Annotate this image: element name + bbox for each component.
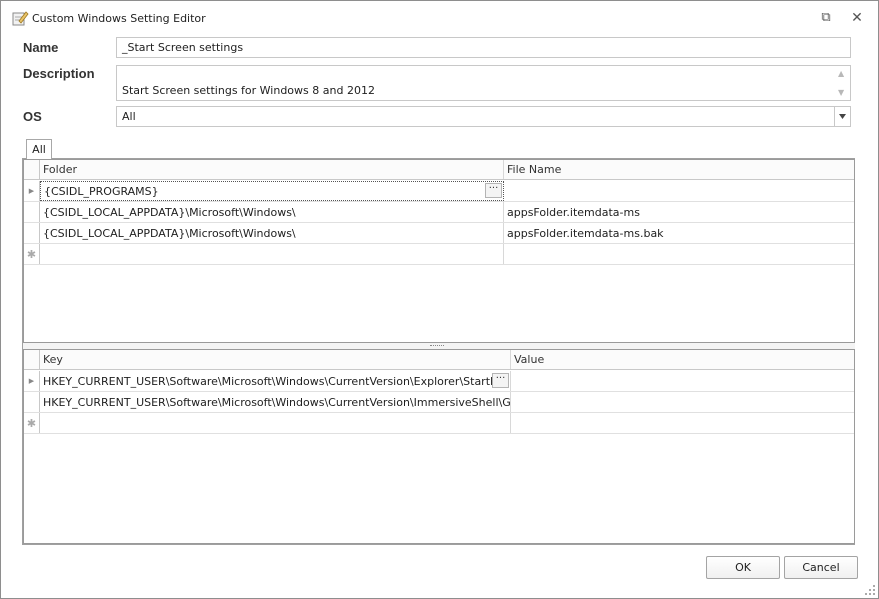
column-header-file-name[interactable]: File Name xyxy=(504,160,854,179)
scroll-down-icon[interactable]: ▼ xyxy=(838,88,844,97)
name-label: Name xyxy=(23,40,59,55)
folders-grid: Folder File Name ▶ {CSIDL_PROGRAMS} ··· … xyxy=(23,159,855,343)
splitter-grip-icon[interactable] xyxy=(430,345,444,347)
key-cell[interactable]: HKEY_CURRENT_USER\Software\Microsoft\Win… xyxy=(40,371,511,391)
new-row-icon: ✱ xyxy=(24,413,40,433)
browse-key-button[interactable]: ··· xyxy=(492,373,509,388)
browse-folder-button[interactable]: ··· xyxy=(485,183,502,198)
title-bar: Custom Windows Setting Editor ⧉ ✕ xyxy=(1,1,878,33)
folders-header-row: Folder File Name xyxy=(24,160,854,180)
new-folder-cell[interactable] xyxy=(40,244,504,264)
os-label: OS xyxy=(23,109,42,124)
file-name-cell[interactable] xyxy=(504,181,854,201)
folder-cell[interactable]: {CSIDL_LOCAL_APPDATA}\Microsoft\Windows\ xyxy=(40,202,504,222)
scroll-up-icon[interactable]: ▲ xyxy=(838,69,844,78)
table-row[interactable]: {CSIDL_LOCAL_APPDATA}\Microsoft\Windows\… xyxy=(24,223,854,244)
folder-cell[interactable]: {CSIDL_LOCAL_APPDATA}\Microsoft\Windows\ xyxy=(40,223,504,243)
registry-header-row: Key Value xyxy=(24,350,854,370)
folder-cell[interactable]: {CSIDL_PROGRAMS} xyxy=(40,181,504,201)
column-header-key[interactable]: Key xyxy=(40,350,511,369)
row-indicator xyxy=(24,223,40,243)
description-label: Description xyxy=(23,66,95,81)
folder-value: {CSIDL_PROGRAMS} xyxy=(44,184,159,198)
new-row[interactable]: ✱ xyxy=(24,244,854,265)
description-scrollbar[interactable]: ▲ ▼ xyxy=(834,66,850,100)
table-row[interactable]: HKEY_CURRENT_USER\Software\Microsoft\Win… xyxy=(24,392,854,413)
close-icon[interactable]: ✕ xyxy=(849,10,865,26)
new-key-cell[interactable] xyxy=(40,413,511,433)
row-indicator xyxy=(24,392,40,412)
chevron-down-icon[interactable] xyxy=(834,107,850,126)
new-value-cell[interactable] xyxy=(511,413,854,433)
tab-all[interactable]: All xyxy=(26,139,52,159)
key-cell[interactable]: HKEY_CURRENT_USER\Software\Microsoft\Win… xyxy=(40,392,511,412)
new-file-name-cell[interactable] xyxy=(504,244,854,264)
restore-icon[interactable]: ⧉ xyxy=(818,10,834,26)
resize-grip-icon[interactable] xyxy=(865,585,875,595)
file-name-cell[interactable]: appsFolder.itemdata-ms xyxy=(504,202,854,222)
column-header-folder[interactable]: Folder xyxy=(40,160,504,179)
description-input[interactable]: Start Screen settings for Windows 8 and … xyxy=(116,65,851,101)
editor-window: Custom Windows Setting Editor ⧉ ✕ Name _… xyxy=(0,0,879,599)
header-indicator xyxy=(24,350,40,369)
new-row[interactable]: ✱ xyxy=(24,413,854,434)
cancel-button[interactable]: Cancel xyxy=(784,556,858,579)
name-input[interactable]: _Start Screen settings xyxy=(116,37,851,58)
window-title: Custom Windows Setting Editor xyxy=(32,12,206,25)
os-value: All xyxy=(122,110,136,123)
current-row-indicator: ▶ xyxy=(24,371,40,391)
name-value: _Start Screen settings xyxy=(122,41,244,54)
file-name-cell[interactable]: appsFolder.itemdata-ms.bak xyxy=(504,223,854,243)
table-row[interactable]: ▶ {CSIDL_PROGRAMS} ··· xyxy=(24,181,854,202)
registry-grid: Key Value ▶ HKEY_CURRENT_USER\Software\M… xyxy=(23,349,855,544)
value-cell[interactable] xyxy=(511,371,854,391)
header-indicator xyxy=(24,160,40,179)
description-value: Start Screen settings for Windows 8 and … xyxy=(122,84,375,97)
value-cell[interactable] xyxy=(511,392,854,412)
column-header-value[interactable]: Value xyxy=(511,350,854,369)
table-row[interactable]: {CSIDL_LOCAL_APPDATA}\Microsoft\Windows\… xyxy=(24,202,854,223)
editor-note-icon xyxy=(11,9,29,27)
os-dropdown[interactable]: All xyxy=(116,106,851,127)
table-row[interactable]: ▶ HKEY_CURRENT_USER\Software\Microsoft\W… xyxy=(24,371,854,392)
row-indicator xyxy=(24,202,40,222)
ok-button[interactable]: OK xyxy=(706,556,780,579)
new-row-icon: ✱ xyxy=(24,244,40,264)
current-row-indicator: ▶ xyxy=(24,181,40,201)
